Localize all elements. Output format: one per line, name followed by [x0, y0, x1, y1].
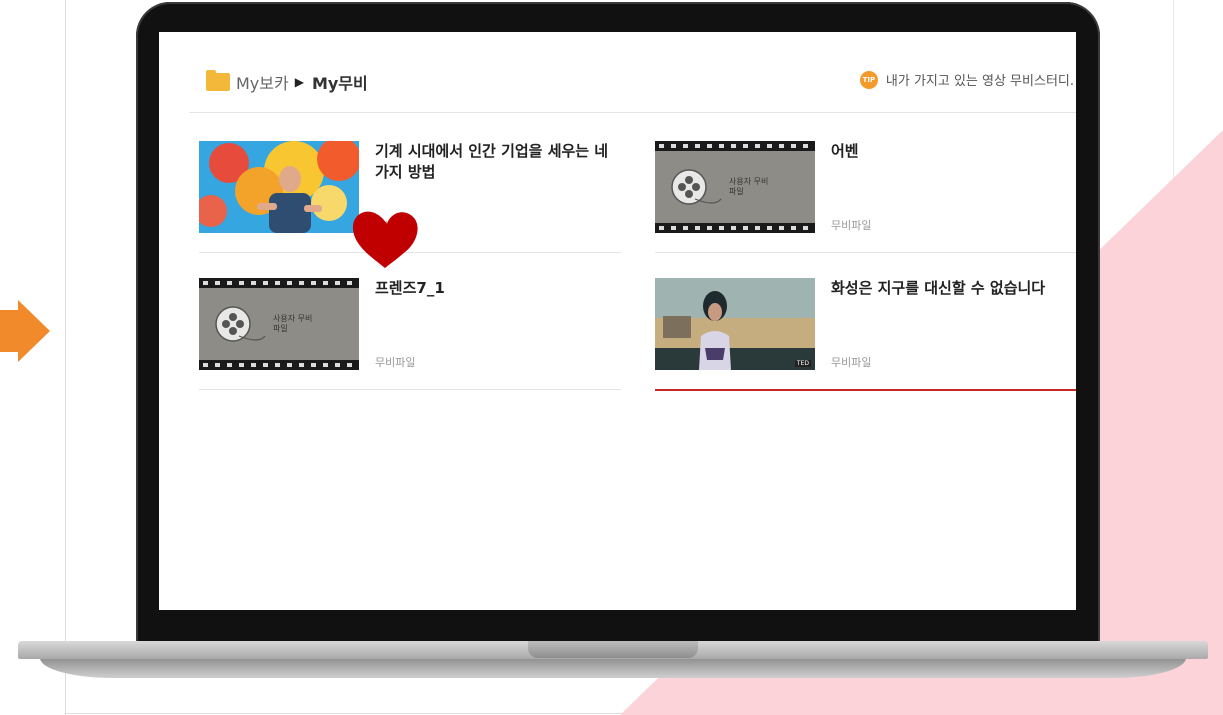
breadcrumb-root[interactable]: My보카 [236, 70, 289, 94]
video-type-label: 무비파일 [831, 356, 872, 369]
breadcrumb-current: My무비 [311, 74, 368, 93]
card-divider [199, 389, 621, 390]
laptop-screen: My보카 ▶ My무비 TIP 내가 가지고 있는 영상 무비스터디. 기계 시… [159, 32, 1076, 610]
tip-icon: TIP [859, 70, 878, 89]
video-type-label: 무비파일 [375, 356, 416, 369]
card-divider [655, 252, 1076, 253]
speaker-stage-image [655, 278, 815, 370]
video-thumbnail[interactable] [199, 141, 359, 233]
video-card[interactable]: 사용자 무비파일 프렌즈7_1 무비파일 [199, 278, 621, 416]
film-reel-caption: 사용자 무비파일 [273, 314, 313, 333]
video-title[interactable]: 기계 시대에서 인간 기업을 세우는 네 가지 방법 [375, 141, 615, 183]
film-reel-caption: 사용자 무비파일 [729, 177, 769, 196]
video-card[interactable]: 사용자 무비파일 어벤 무비파일 [655, 141, 1076, 279]
tip-text: 내가 가지고 있는 영상 무비스터디. [885, 74, 1074, 89]
ted-badge: TED [794, 360, 811, 367]
caret-right-icon: ▶ [294, 75, 304, 89]
video-type-label: 무비파일 [831, 219, 872, 232]
video-title[interactable]: 어벤 [831, 141, 1071, 162]
card-divider-active [655, 389, 1076, 391]
tip-banner: TIP 내가 가지고 있는 영상 무비스터디. [859, 70, 1074, 89]
laptop-base-lower [40, 658, 1186, 678]
video-card[interactable]: TED 화성은 지구를 대신할 수 없습니다 무비파일 [655, 278, 1076, 416]
header-divider [189, 112, 1076, 113]
laptop-notch [528, 641, 698, 658]
speaker-stage-image [199, 141, 359, 233]
heart-icon [352, 211, 418, 268]
orange-arrow-icon [0, 300, 50, 362]
video-title[interactable]: 화성은 지구를 대신할 수 없습니다 [831, 278, 1071, 299]
video-title[interactable]: 프렌즈7_1 [375, 278, 615, 299]
video-thumbnail[interactable]: 사용자 무비파일 [199, 278, 359, 370]
breadcrumb: My보카 ▶ My무비 [206, 70, 368, 94]
video-thumbnail[interactable]: TED [655, 278, 815, 370]
folder-icon [206, 70, 230, 91]
video-thumbnail[interactable]: 사용자 무비파일 [655, 141, 815, 233]
